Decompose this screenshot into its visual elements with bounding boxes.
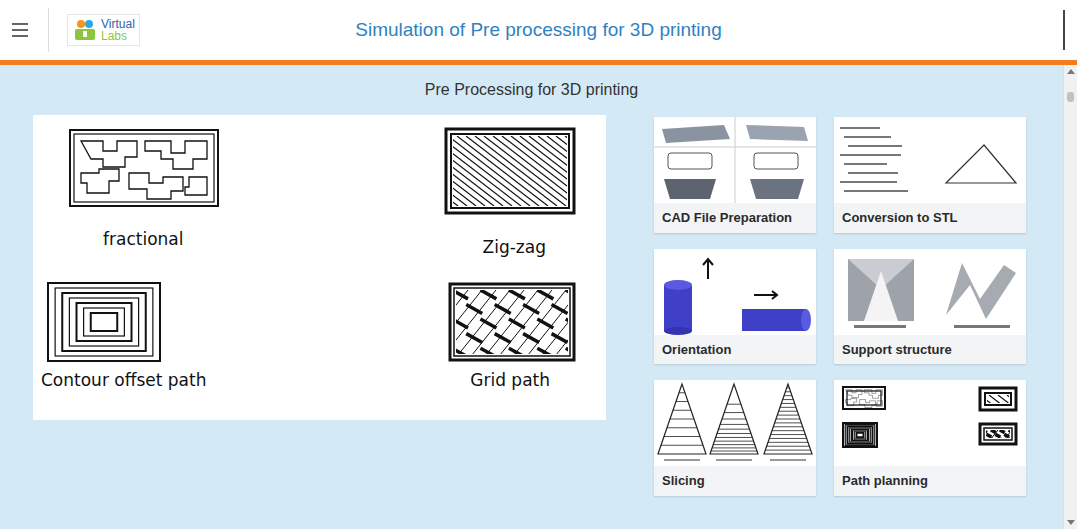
page-title: Simulation of Pre processing for 3D prin…: [355, 16, 721, 45]
topic-card[interactable]: CAD File Preparation: [654, 117, 816, 233]
path-pattern: Zig-zag: [320, 115, 607, 268]
top-bar: Virtual Labs Simulation of Pre processin…: [0, 0, 1077, 60]
pattern-label: Contour offset path: [41, 368, 206, 394]
path-pattern: Grid path: [320, 268, 607, 421]
card-label[interactable]: Orientation: [654, 335, 816, 365]
topic-card[interactable]: Conversion to STL: [834, 117, 1026, 233]
pattern-label: Zig-zag: [483, 235, 546, 261]
path-pattern: Contour offset path: [33, 268, 320, 421]
scroll-down-icon[interactable]: [1067, 520, 1075, 525]
stl-thumbnail-icon: [834, 117, 1026, 203]
pattern-label: Grid path: [470, 368, 550, 394]
virtual-labs-logo[interactable]: Virtual Labs: [67, 14, 140, 46]
contour-pattern-icon: [47, 282, 161, 362]
orientation-thumbnail-icon: [654, 249, 816, 335]
fractional-pattern-icon: [69, 129, 219, 207]
paths-thumbnail-icon: [834, 380, 1026, 466]
logo-text: Virtual: [101, 18, 135, 30]
section-heading: Pre Processing for 3D printing: [0, 65, 1063, 115]
topic-card[interactable]: Path planning: [834, 380, 1026, 496]
topic-card[interactable]: Slicing: [654, 380, 816, 496]
support-thumbnail-icon: [834, 249, 1026, 335]
zigzag-pattern-icon: [444, 127, 576, 215]
scroll-track[interactable]: [1064, 74, 1077, 520]
logo-icon: [72, 17, 98, 43]
card-label[interactable]: Support structure: [834, 335, 1026, 365]
scrollbar[interactable]: [1063, 65, 1077, 529]
pattern-label: fractional: [103, 227, 183, 253]
card-label[interactable]: Slicing: [654, 466, 816, 496]
logo-text: Labs: [101, 30, 135, 42]
card-label[interactable]: Conversion to STL: [834, 203, 1026, 233]
scroll-up-icon[interactable]: [1067, 69, 1075, 74]
card-label[interactable]: Path planning: [834, 466, 1026, 496]
topic-card[interactable]: Orientation: [654, 249, 816, 365]
grid-pattern-icon: [448, 282, 576, 362]
card-label[interactable]: CAD File Preparation: [654, 203, 816, 233]
scroll-thumb[interactable]: [1067, 92, 1074, 102]
slicing-thumbnail-icon: [654, 380, 816, 466]
cad-thumbnail-icon: [654, 117, 816, 203]
topic-card[interactable]: Support structure: [834, 249, 1026, 365]
path-pattern: fractional: [33, 115, 320, 268]
topic-grid: CAD File Preparation Conversion to STL Ori…: [654, 117, 1026, 496]
menu-icon[interactable]: [12, 23, 28, 37]
path-planning-diagram: fractional Zig-zag Contour offset path Grid…: [33, 115, 606, 420]
